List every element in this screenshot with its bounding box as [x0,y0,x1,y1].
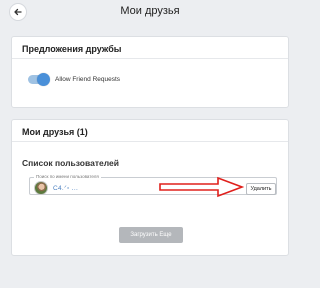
load-more-button[interactable]: Загрузить Еще [119,227,183,243]
my-friends-title: Мои друзья (1) [12,120,288,142]
friend-suggestions-title: Предложения дружбы [12,37,288,59]
friend-name-link[interactable]: C4.ᐟ▫ ... [53,184,78,192]
top-bar: Мои друзья [0,0,300,26]
red-arrow-annotation-icon [159,176,244,198]
allow-friend-requests-row: Allow Friend Requests [28,73,121,86]
toggle-knob[interactable] [37,73,50,86]
friend-suggestions-card: Предложения дружбы Allow Friend Requests [11,36,289,108]
user-list-title: Список пользователей [22,158,119,168]
allow-friend-requests-label: Allow Friend Requests [55,76,121,83]
delete-friend-button[interactable]: Удалить [246,183,276,195]
search-field-label: Поиск по имени пользователя [34,174,101,179]
allow-friend-requests-toggle[interactable] [28,73,50,86]
avatar[interactable] [34,181,48,195]
page-title: Мои друзья [120,5,180,17]
my-friends-card: Мои друзья (1) Список пользователей Поис… [11,119,289,256]
friend-list-item: C4.ᐟ▫ ... Удалить [32,176,292,198]
